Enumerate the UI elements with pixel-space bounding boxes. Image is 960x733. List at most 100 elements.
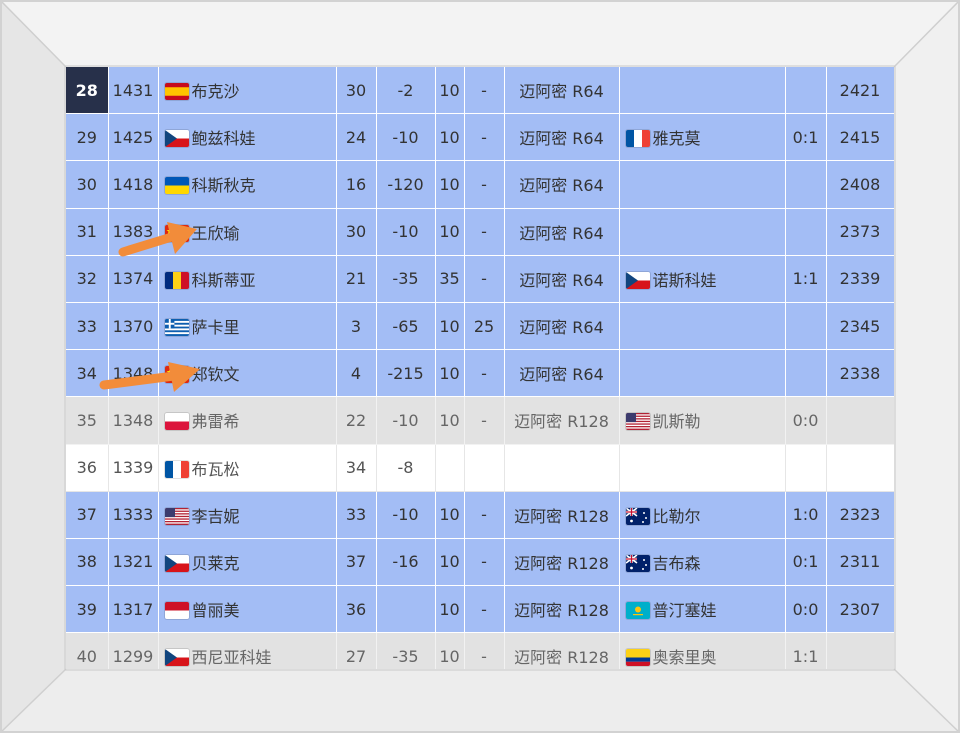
usa-flag-icon (164, 507, 189, 525)
table-row[interactable]: 37 1333 李吉妮 33 -10 10- 迈阿密 R128 比勒尔 1:0 2323 (66, 491, 894, 539)
points-a-cell: 10 (435, 491, 465, 539)
player-name[interactable]: 鲍兹科娃 (192, 129, 256, 148)
player-cell[interactable]: 鲍兹科娃 (158, 113, 337, 162)
points-a-cell: 35 (435, 255, 465, 303)
opponent-cell[interactable]: 奥索里奥 (619, 632, 786, 669)
table-row[interactable]: 33 1370 萨卡里 3 -65 10 25 迈阿密 R64 2345 (66, 302, 894, 351)
player-name[interactable]: 王欣瑜 (192, 224, 240, 243)
czech-flag-icon (164, 554, 189, 572)
player-name[interactable]: 李吉妮 (192, 507, 240, 526)
opponent-cell[interactable]: 吉布森 (619, 538, 786, 587)
opponent-cell[interactable]: 诺斯科娃 (619, 255, 786, 303)
opponent-cell[interactable] (619, 349, 786, 398)
player-cell[interactable]: 布瓦松 (158, 444, 337, 492)
romania-flag-icon (164, 271, 189, 289)
opponent-cell[interactable] (619, 67, 786, 115)
total-cell: 2311 (826, 538, 894, 587)
czech-flag-icon (164, 649, 189, 667)
points-b-cell: - (464, 538, 505, 587)
age-cell: 37 (336, 538, 377, 587)
opponent-name[interactable]: 奥索里奥 (653, 648, 717, 667)
opponent-cell[interactable]: 普汀塞娃 (619, 585, 786, 634)
points-cell: 1317 (108, 585, 159, 634)
points-b-cell: 25 (464, 302, 505, 351)
player-cell[interactable]: 王欣瑜 (158, 208, 337, 256)
ranking-screen: 28 1431 布克沙 30 -2 10- 迈阿密 R64 2421 29 1425 鲍兹科娃 24-… (66, 67, 894, 669)
player-cell[interactable]: 科斯蒂亚 (158, 255, 337, 303)
points-cell: 1383 (108, 208, 159, 256)
player-name[interactable]: 布瓦松 (192, 460, 240, 479)
opponent-cell[interactable] (619, 160, 786, 209)
table-row[interactable]: 35 1348 弗雷希 22 -10 10- 迈阿密 R128 凯斯勒 0:0 (66, 396, 894, 445)
table-row[interactable]: 40 1299 西尼亚科娃 27 -35 10- 迈阿密 R128 奥索里奥 1:1 (66, 632, 894, 669)
points-cell: 1348 (108, 396, 159, 445)
player-cell[interactable]: 萨卡里 (158, 302, 337, 351)
points-b-cell: - (464, 160, 505, 209)
opponent-cell[interactable]: 雅克莫 (619, 113, 786, 162)
player-name[interactable]: 科斯秋克 (192, 176, 256, 195)
player-cell[interactable]: 西尼亚科娃 (158, 632, 337, 669)
points-b-cell: - (464, 349, 505, 398)
age-cell: 27 (336, 632, 377, 669)
opponent-name[interactable]: 诺斯科娃 (653, 271, 717, 290)
age-cell: 36 (336, 585, 377, 634)
player-name[interactable]: 布克沙 (192, 82, 240, 101)
tournament-cell: 迈阿密 R64 (504, 349, 620, 398)
opponent-cell[interactable] (619, 444, 786, 492)
table-row[interactable]: 30 1418 科斯秋克 16 -120 10- 迈阿密 R64 2408 (66, 160, 894, 209)
table-row[interactable]: 32 1374 科斯蒂亚 21 -35 35- 迈阿密 R64 诺斯科娃 1:1 2339 (66, 255, 894, 303)
points-a-cell: 10 (435, 160, 465, 209)
player-cell[interactable]: 曾丽美 (158, 585, 337, 634)
player-name[interactable]: 郑钦文 (192, 365, 240, 384)
table-row[interactable]: 39 1317 曾丽美 36 10- 迈阿密 R128 普汀塞娃 0:0 2307 (66, 585, 894, 634)
points-b-cell: - (464, 208, 505, 256)
player-name[interactable]: 贝莱克 (192, 554, 240, 573)
h2h-cell: 1:1 (785, 632, 827, 669)
points-a-cell: 10 (435, 113, 465, 162)
h2h-cell (785, 302, 827, 351)
player-name[interactable]: 科斯蒂亚 (192, 271, 256, 290)
player-cell[interactable]: 贝莱克 (158, 538, 337, 587)
table-row[interactable]: 29 1425 鲍兹科娃 24 -10 10- 迈阿密 R64 雅克莫 0:1 2415 (66, 113, 894, 162)
tournament-cell: 迈阿密 R64 (504, 160, 620, 209)
opponent-cell[interactable]: 凯斯勒 (619, 396, 786, 445)
player-cell[interactable]: 弗雷希 (158, 396, 337, 445)
opponent-cell[interactable] (619, 208, 786, 256)
opponent-name[interactable]: 雅克莫 (653, 129, 701, 148)
table-row[interactable]: 34 1348 郑钦文 4 -215 10- 迈阿密 R64 2338 (66, 349, 894, 398)
total-cell: 2323 (826, 491, 894, 539)
change-cell: -16 (376, 538, 436, 587)
h2h-cell (785, 444, 827, 492)
total-cell: 2307 (826, 585, 894, 634)
czech-flag-icon (625, 271, 650, 289)
player-cell[interactable]: 郑钦文 (158, 349, 337, 398)
player-cell[interactable]: 科斯秋克 (158, 160, 337, 209)
points-cell: 1374 (108, 255, 159, 303)
table-row[interactable]: 28 1431 布克沙 30 -2 10- 迈阿密 R64 2421 (66, 67, 894, 115)
rank-cell: 28 (66, 67, 109, 115)
table-row[interactable]: 36 1339 布瓦松 34 -8 (66, 444, 894, 492)
opponent-cell[interactable] (619, 302, 786, 351)
player-name[interactable]: 弗雷希 (192, 412, 240, 431)
opponent-name[interactable]: 普汀塞娃 (653, 601, 717, 620)
opponent-cell[interactable]: 比勒尔 (619, 491, 786, 539)
points-cell: 1370 (108, 302, 159, 351)
table-row[interactable]: 38 1321 贝莱克 37 -16 10- 迈阿密 R128 吉布森 0:1 2311 (66, 538, 894, 587)
opponent-name[interactable]: 凯斯勒 (653, 412, 701, 431)
player-name[interactable]: 曾丽美 (192, 601, 240, 620)
table-row[interactable]: 31 1383 王欣瑜 30 -10 10- 迈阿密 R64 2373 (66, 208, 894, 256)
player-name[interactable]: 西尼亚科娃 (192, 648, 272, 667)
player-name[interactable]: 萨卡里 (192, 318, 240, 337)
opponent-name[interactable]: 比勒尔 (653, 507, 701, 526)
opponent-name[interactable]: 吉布森 (653, 554, 701, 573)
h2h-cell (785, 349, 827, 398)
points-cell: 1339 (108, 444, 159, 492)
h2h-cell (785, 208, 827, 256)
age-cell: 21 (336, 255, 377, 303)
points-b-cell (464, 444, 505, 492)
player-cell[interactable]: 李吉妮 (158, 491, 337, 539)
player-cell[interactable]: 布克沙 (158, 67, 337, 115)
points-a-cell: 10 (435, 538, 465, 587)
points-b-cell: - (464, 255, 505, 303)
rank-cell: 34 (66, 349, 109, 398)
